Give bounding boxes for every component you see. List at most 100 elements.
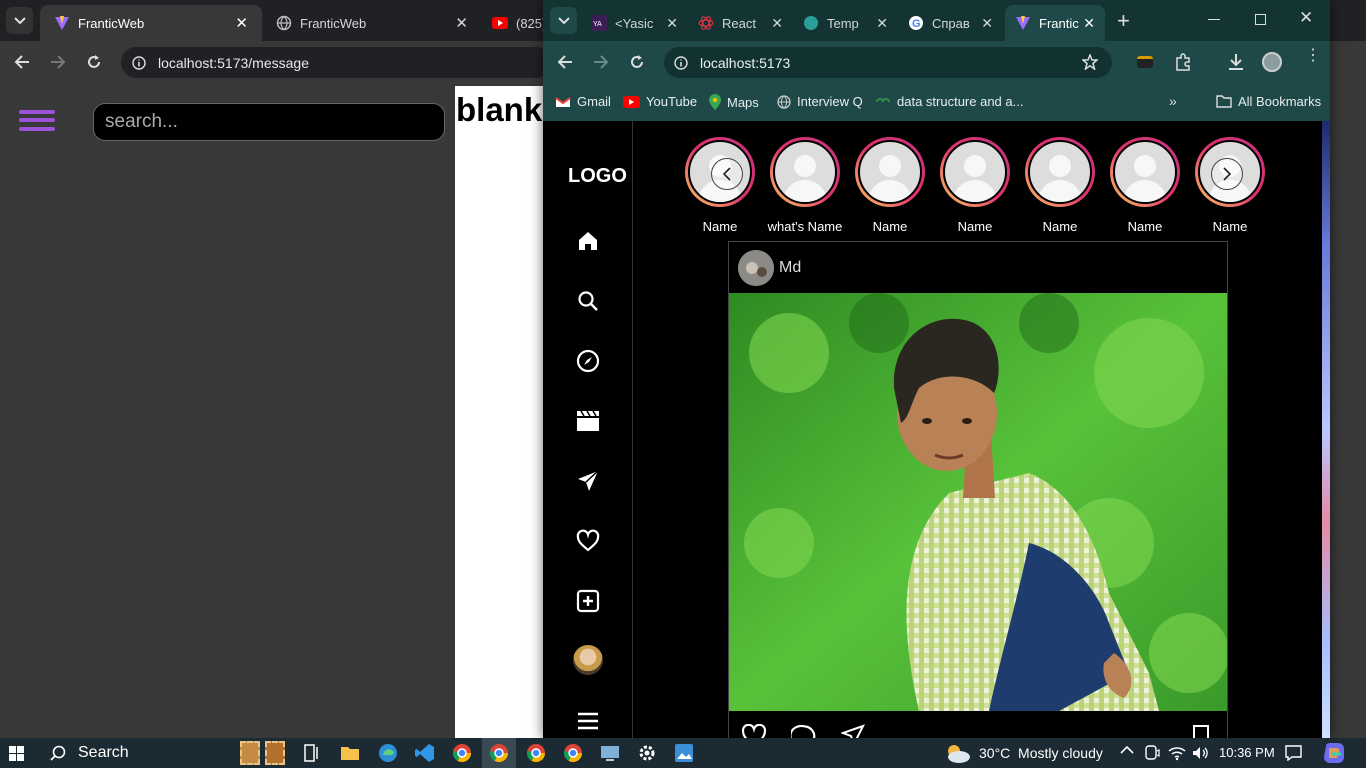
bookmark-icon[interactable] xyxy=(1191,724,1211,738)
story-name: Name xyxy=(1042,219,1078,234)
forward-icon[interactable] xyxy=(593,54,609,70)
story-item[interactable]: what's Name xyxy=(768,137,842,234)
search-input[interactable]: search... xyxy=(93,103,445,141)
close-icon[interactable]: ✕ xyxy=(1083,15,1095,32)
scrollbar-thumb[interactable] xyxy=(1322,121,1330,738)
post-author-avatar[interactable] xyxy=(738,249,774,286)
tab-frantic-active[interactable]: FranticWeb ✕ xyxy=(40,5,262,41)
story-avatar xyxy=(773,140,837,204)
story-item[interactable]: Name xyxy=(1110,137,1180,234)
site-info-icon[interactable] xyxy=(674,55,688,70)
more-menu-icon[interactable]: ⋮ xyxy=(1305,48,1321,64)
url-field[interactable]: localhost:5173/message xyxy=(121,47,551,78)
tab-strip: YA <Yasic ✕ React ✕ Temp ✕ G Справ ✕ Fra… xyxy=(543,0,1330,41)
stories-prev-button[interactable] xyxy=(711,158,743,190)
tab-google[interactable]: G Справ ✕ xyxy=(898,5,1003,41)
menu-icon[interactable] xyxy=(576,709,600,733)
clock-time[interactable]: 10:36 PM xyxy=(1219,745,1275,760)
wifi-icon[interactable] xyxy=(1168,745,1186,761)
chrome-icon[interactable] xyxy=(526,743,546,763)
chrome-icon[interactable] xyxy=(563,743,583,763)
more-bookmarks-icon[interactable]: » xyxy=(1169,93,1177,109)
close-icon[interactable]: ✕ xyxy=(771,15,783,32)
tab-yasic[interactable]: YA <Yasic ✕ xyxy=(583,5,688,41)
extension-badge-icon[interactable] xyxy=(1137,56,1153,68)
clapperboard-icon[interactable] xyxy=(576,409,600,433)
chrome-icon[interactable] xyxy=(452,743,472,763)
url-field[interactable]: localhost:5173 xyxy=(664,47,1112,78)
bookmark-data-structure[interactable]: data structure and a... xyxy=(875,94,1023,109)
tab-react[interactable]: React ✕ xyxy=(688,5,793,41)
vscode-icon[interactable] xyxy=(415,743,435,763)
tab-search-button[interactable] xyxy=(6,7,33,34)
comment-icon[interactable] xyxy=(791,724,817,738)
meet-now-icon[interactable] xyxy=(1144,745,1160,761)
forward-icon[interactable] xyxy=(50,54,66,70)
settings-gear-icon[interactable] xyxy=(637,743,657,763)
close-icon[interactable]: ✕ xyxy=(455,14,468,32)
close-icon[interactable]: ✕ xyxy=(876,15,888,32)
close-icon[interactable]: ✕ xyxy=(235,14,248,32)
story-item[interactable]: Name xyxy=(1025,137,1095,234)
all-bookmarks-button[interactable]: All Bookmarks xyxy=(1216,94,1321,109)
reload-icon[interactable] xyxy=(629,54,645,70)
star-icon[interactable] xyxy=(1082,54,1098,70)
avatar[interactable] xyxy=(573,645,603,675)
heart-icon[interactable] xyxy=(576,529,600,553)
story-item[interactable]: Name xyxy=(855,137,925,234)
extensions-icon[interactable] xyxy=(1174,53,1192,71)
volume-icon[interactable] xyxy=(1192,745,1210,761)
back-icon[interactable] xyxy=(557,54,573,70)
close-icon[interactable]: ✕ xyxy=(981,15,993,32)
app-logo[interactable]: LOGO xyxy=(568,165,627,188)
tab-youtube[interactable]: (825) xyxy=(478,5,548,41)
weather-cloudy-icon[interactable] xyxy=(942,742,972,764)
taskbar-search[interactable]: Search xyxy=(38,738,288,768)
hamburger-menu-icon[interactable] xyxy=(0,86,70,156)
story-name: Name xyxy=(702,219,738,234)
remote-desktop-icon[interactable] xyxy=(600,743,620,763)
site-info-icon[interactable] xyxy=(132,55,146,70)
windows-start-icon[interactable] xyxy=(9,746,29,766)
notification-icon[interactable] xyxy=(1285,745,1302,761)
tab-frantic[interactable]: FranticWeb ✕ xyxy=(262,5,482,41)
edge-icon[interactable] xyxy=(378,743,398,763)
download-icon[interactable] xyxy=(1227,53,1245,71)
like-heart-icon[interactable] xyxy=(741,724,767,738)
app-sidebar: LOGO xyxy=(543,121,633,738)
bookmark-maps[interactable]: Maps xyxy=(709,94,759,110)
maximize-icon[interactable] xyxy=(1255,14,1266,25)
compass-icon[interactable] xyxy=(576,349,600,373)
story-name: Name xyxy=(1212,219,1248,234)
bookmark-interview[interactable]: Interview Q xyxy=(777,94,863,109)
story-item[interactable]: Name xyxy=(940,137,1010,234)
photos-icon[interactable] xyxy=(674,743,694,763)
weather-text[interactable]: 30°C Mostly cloudy xyxy=(979,745,1103,761)
page-scrollbar[interactable] xyxy=(1322,121,1330,738)
close-icon[interactable]: ✕ xyxy=(666,15,678,32)
tab-frantic-active[interactable]: Frantic ✕ xyxy=(1005,5,1105,41)
post-author-name[interactable]: Md xyxy=(779,259,801,277)
tab-temp[interactable]: Temp ✕ xyxy=(793,5,898,41)
minimize-icon[interactable] xyxy=(1208,19,1220,20)
file-explorer-icon[interactable] xyxy=(340,743,360,763)
back-icon[interactable] xyxy=(14,54,30,70)
plus-square-icon[interactable] xyxy=(576,589,600,613)
reload-icon[interactable] xyxy=(86,54,102,70)
bookmark-label: Interview Q xyxy=(797,94,863,109)
search-icon[interactable] xyxy=(576,289,600,313)
tab-search-button[interactable] xyxy=(550,7,577,34)
chrome-icon[interactable] xyxy=(489,743,509,763)
profile-avatar[interactable] xyxy=(1262,52,1282,72)
new-tab-icon[interactable]: + xyxy=(1117,8,1130,34)
bookmark-youtube[interactable]: YouTube xyxy=(623,94,697,109)
task-view-icon[interactable] xyxy=(302,743,322,763)
chevron-up-icon[interactable] xyxy=(1120,745,1134,755)
send-icon[interactable] xyxy=(576,469,600,493)
copilot-icon[interactable] xyxy=(1323,742,1345,764)
close-window-icon[interactable]: ✕ xyxy=(1299,8,1313,28)
stories-next-button[interactable] xyxy=(1211,158,1243,190)
share-icon[interactable] xyxy=(841,724,865,738)
bookmark-gmail[interactable]: Gmail xyxy=(555,94,611,109)
home-icon[interactable] xyxy=(576,229,600,253)
